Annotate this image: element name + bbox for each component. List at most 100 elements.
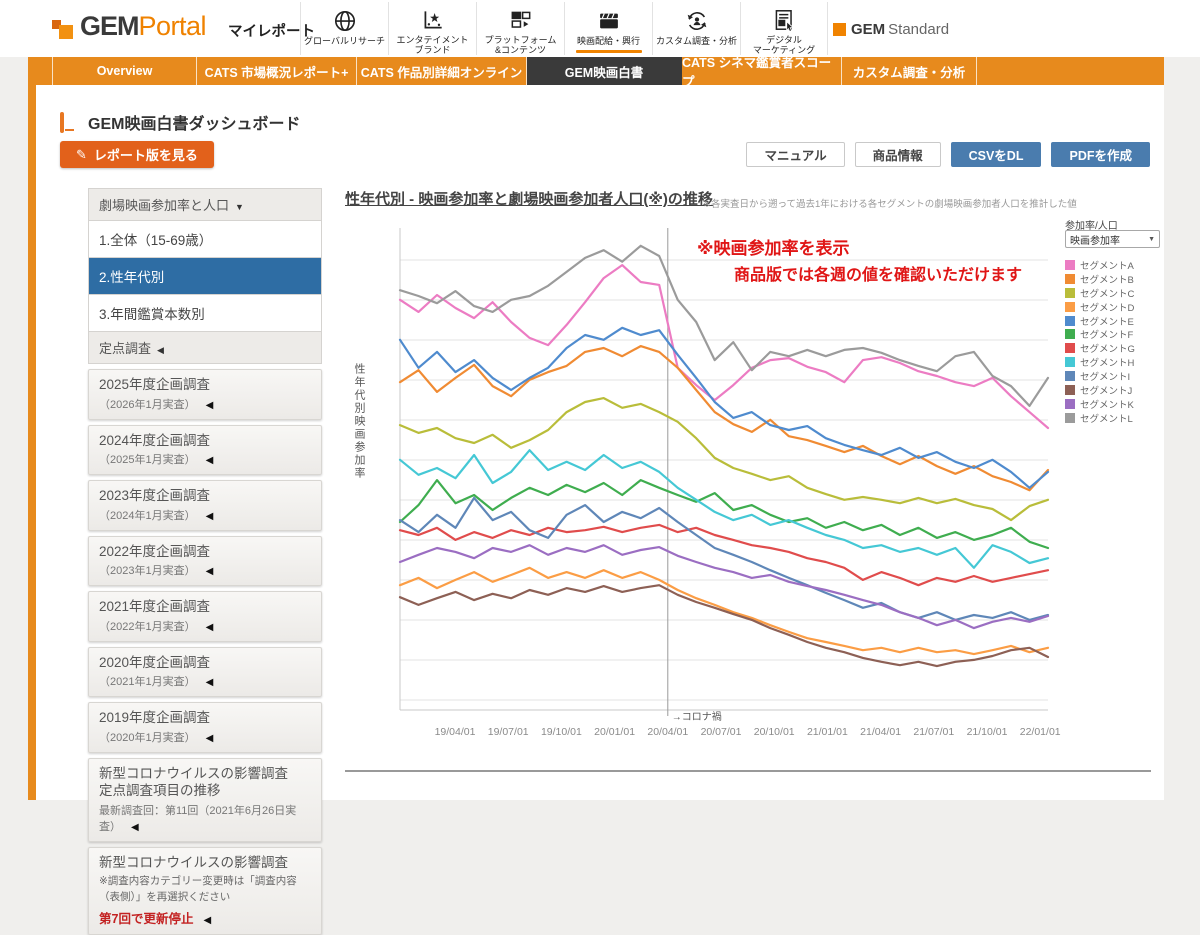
tab-6[interactable]: カスタム調査・分析	[842, 57, 977, 85]
tab-2[interactable]: CATS 市場概況レポート+	[197, 57, 357, 85]
globe-icon	[332, 7, 358, 34]
pencil-icon: ✎	[76, 147, 87, 163]
svg-text:19/04/01: 19/04/01	[435, 726, 476, 738]
gem-standard-logo[interactable]: GEM Standard	[833, 21, 949, 38]
tab-1[interactable]: Overview	[52, 57, 197, 85]
legend-item[interactable]: セグメントH	[1065, 355, 1135, 369]
tab-4[interactable]: GEM映画白書	[527, 57, 682, 85]
rate-population-select[interactable]: 映画参加率 ▼	[1065, 230, 1160, 248]
main-tab-bar: OverviewCATS 市場概況レポート+CATS 作品別詳細オンラインGEM…	[28, 57, 1164, 85]
toolbar-button-4[interactable]: PDFを作成	[1051, 142, 1150, 167]
sidebar-section-header[interactable]: 劇場映画参加率と人口▼	[88, 188, 322, 220]
sidebar-card[interactable]: 2021年度企画調査（2022年1月実査）◀	[88, 591, 322, 642]
chart-panel: 性年代別 - 映画参加率と劇場映画参加者人口(※)の推移 ※各実査日から遡って過…	[345, 188, 1157, 788]
svg-text:21/10/01: 21/10/01	[967, 726, 1008, 738]
clapperboard-icon	[596, 7, 622, 34]
card-alert: 第7回で更新停止◀	[99, 908, 311, 927]
svg-text:19/10/01: 19/10/01	[541, 726, 582, 738]
legend-item[interactable]: セグメントK	[1065, 397, 1135, 411]
card-subtitle: （2024年1月実査）◀	[99, 507, 311, 523]
sidebar-item[interactable]: 2.性年代別	[88, 257, 322, 294]
header-nav-platform-content[interactable]: プラットフォーム &コンテンツ	[476, 2, 564, 55]
header-nav-clapperboard[interactable]: 映画配給・興行	[564, 2, 652, 55]
legend-item[interactable]: セグメントD	[1065, 300, 1135, 314]
legend-item[interactable]: セグメントA	[1065, 258, 1135, 272]
legend-swatch	[1065, 274, 1075, 284]
card-subtitle: （2021年1月実査）◀	[99, 673, 311, 689]
legend-swatch	[1065, 316, 1075, 326]
sidebar-card[interactable]: 2023年度企画調査（2024年1月実査）◀	[88, 480, 322, 531]
svg-text:20/07/01: 20/07/01	[701, 726, 742, 738]
legend-item[interactable]: セグメントE	[1065, 314, 1135, 328]
tab-5[interactable]: CATS シネマ鑑賞者スコープ	[682, 57, 842, 85]
page-title-row: GEM映画白書ダッシュボード	[60, 110, 300, 134]
header-nav-star-chart[interactable]: エンタテイメント ブランド	[388, 2, 476, 55]
legend-item[interactable]: セグメントG	[1065, 341, 1135, 355]
sidebar-card[interactable]: 2024年度企画調査（2025年1月実査）◀	[88, 425, 322, 476]
header-nav-label: 映画配給・興行	[577, 36, 640, 46]
sidebar-item[interactable]: 3.年間鑑賞本数別	[88, 294, 322, 331]
svg-text:20/04/01: 20/04/01	[647, 726, 688, 738]
header-nav-label: グローバルリサーチ	[304, 36, 385, 46]
legend-item[interactable]: セグメントL	[1065, 411, 1135, 425]
chart-overlay-note-2: 商品版では各週の値を確認いただけます	[734, 261, 1022, 285]
legend-swatch	[1065, 288, 1075, 298]
triangle-icon: ◀	[206, 511, 214, 522]
card-subtitle: （2025年1月実査）◀	[99, 451, 311, 467]
header-nav-digital-marketing[interactable]: デジタル マーケティング	[740, 2, 828, 55]
series-line-セグメントB	[400, 346, 1048, 490]
header-nav-globe[interactable]: グローバルリサーチ	[300, 2, 388, 55]
series-line-セグメントH	[400, 450, 1048, 568]
sidebar-section-header[interactable]: 定点調査◀	[88, 331, 322, 364]
legend-item[interactable]: セグメントF	[1065, 327, 1135, 341]
chart-title-link[interactable]: 性年代別 - 映画参加率と劇場映画参加者人口(※)の推移	[345, 188, 713, 209]
header-nav-person-sync[interactable]: カスタム調査・分析	[652, 2, 740, 55]
triangle-icon: ◀	[131, 822, 139, 833]
card-subtitle: （2022年1月実査）◀	[99, 618, 311, 634]
sidebar-card[interactable]: 2025年度企画調査（2026年1月実査）◀	[88, 369, 322, 420]
sidebar-card[interactable]: 2022年度企画調査（2023年1月実査）◀	[88, 536, 322, 587]
active-nav-underline	[576, 50, 642, 53]
svg-text:→コロナ禍: →コロナ禍	[672, 710, 722, 723]
gem-logo-mark-icon	[52, 14, 76, 42]
card-subtitle: （2020年1月実査）◀	[99, 729, 311, 745]
gem-portal-logo[interactable]: GEM Portal	[52, 11, 206, 42]
star-chart-icon	[420, 7, 446, 33]
gem-standard-mark-icon	[833, 23, 846, 36]
series-line-セグメントK	[400, 545, 1048, 628]
series-line-セグメントA	[400, 265, 1048, 428]
header-nav-label: カスタム調査・分析	[656, 36, 737, 46]
chart-footnote: ※各実査日から遡って過去1年における各セグメントの劇場映画参加者人口を推計した値	[703, 196, 1077, 210]
toolbar-button-2[interactable]: 商品情報	[855, 142, 941, 167]
digital-marketing-icon	[771, 7, 797, 33]
legend-swatch	[1065, 329, 1075, 339]
triangle-icon: ◀	[206, 566, 214, 577]
header-nav-label: エンタテイメント ブランド	[396, 35, 468, 56]
triangle-icon: ◀	[203, 915, 211, 926]
brand-text-standard: Standard	[888, 21, 949, 38]
series-line-セグメントJ	[400, 585, 1048, 666]
triangle-icon: ◀	[157, 345, 164, 355]
legend-item[interactable]: セグメントJ	[1065, 383, 1135, 397]
legend-swatch	[1065, 357, 1075, 367]
sidebar-item[interactable]: 1.全体（15-69歳）	[88, 220, 322, 257]
tab-3[interactable]: CATS 作品別詳細オンライン	[357, 57, 527, 85]
legend-item[interactable]: セグメントI	[1065, 369, 1135, 383]
legend-item[interactable]: セグメントB	[1065, 272, 1135, 286]
sidebar-card[interactable]: 新型コロナウイルスの影響調査※調査内容カテゴリー変更時は「調査内容（表側）」を再…	[88, 847, 322, 935]
legend-swatch	[1065, 343, 1075, 353]
card-title-line2: 定点調査項目の推移	[99, 782, 311, 800]
card-title: 2025年度企画調査	[99, 376, 311, 394]
view-report-button[interactable]: ✎ レポート版を見る	[60, 141, 214, 168]
toolbar-button-1[interactable]: マニュアル	[746, 142, 844, 167]
triangle-icon: ◀	[206, 455, 214, 466]
screen: GEM Portal マイレポート グローバルリサーチエンタテイメント ブランド…	[0, 0, 1200, 800]
sidebar-card[interactable]: 2020年度企画調査（2021年1月実査）◀	[88, 647, 322, 698]
triangle-icon: ◀	[206, 677, 214, 688]
sidebar-card[interactable]: 2019年度企画調査（2020年1月実査）◀	[88, 702, 322, 753]
legend-swatch	[1065, 371, 1075, 381]
legend-item[interactable]: セグメントC	[1065, 286, 1135, 300]
card-title: 新型コロナウイルスの影響調査	[99, 765, 311, 783]
header-nav-label: プラットフォーム &コンテンツ	[485, 35, 557, 56]
toolbar-button-3[interactable]: CSVをDL	[951, 142, 1042, 167]
